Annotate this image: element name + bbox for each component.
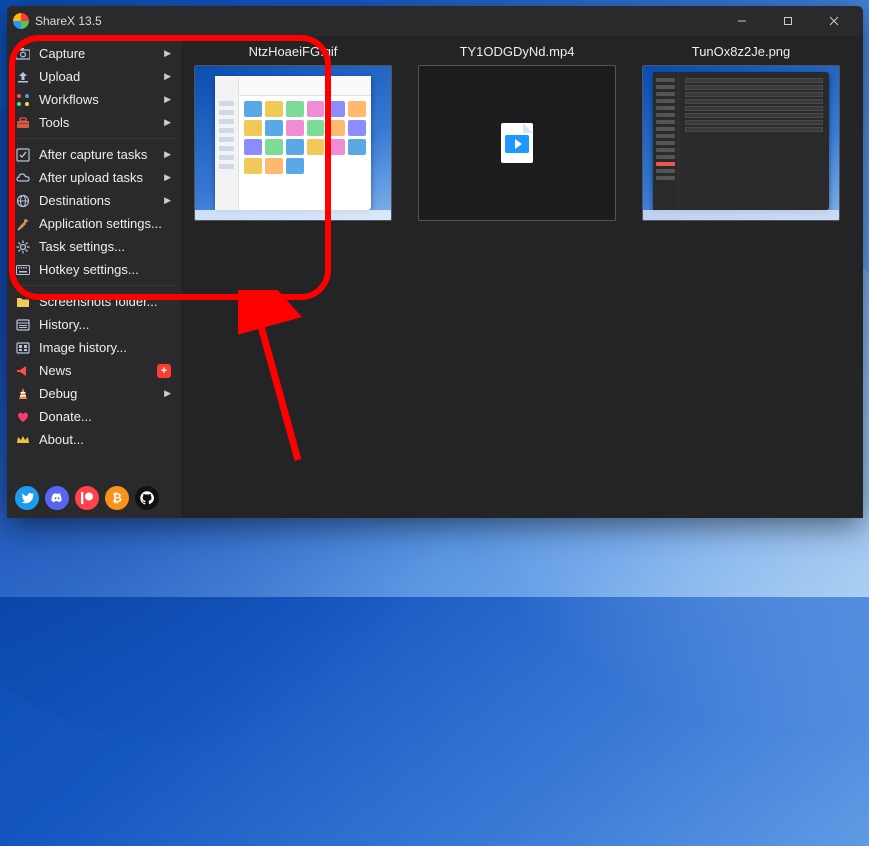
window-title: ShareX 13.5 [35, 14, 102, 28]
menu-upload[interactable]: Upload ▶ [7, 65, 181, 88]
github-icon [140, 491, 154, 505]
patreon-icon [81, 492, 93, 504]
menu-task-settings[interactable]: Task settings... [7, 235, 181, 258]
wrench-icon [15, 216, 31, 232]
cone-icon [15, 386, 31, 402]
gear-icon [15, 239, 31, 255]
close-icon [829, 16, 839, 26]
discord-button[interactable] [45, 486, 69, 510]
bitcoin-icon: ₿ [112, 491, 122, 505]
chevron-right-icon: ▶ [164, 71, 171, 82]
maximize-icon [783, 16, 793, 26]
menu-debug[interactable]: Debug ▶ [7, 382, 181, 405]
menu-destinations[interactable]: Destinations ▶ [7, 189, 181, 212]
thumbnail-item[interactable]: TunOx8z2Je.png [641, 44, 841, 221]
menu-divider [13, 138, 175, 139]
chevron-right-icon: ▶ [164, 149, 171, 160]
folder-icon [15, 294, 31, 310]
preview-content [653, 72, 829, 210]
menu-workflows[interactable]: Workflows ▶ [7, 88, 181, 111]
crown-icon [15, 432, 31, 448]
content-area: NtzHoaeiFG.gif [181, 36, 863, 518]
thumbnail-item[interactable]: NtzHoaeiFG.gif [193, 44, 393, 221]
megaphone-icon [15, 363, 31, 379]
thumbnail-filename: TY1ODGDyNd.mp4 [460, 44, 575, 59]
menu-capture[interactable]: Capture ▶ [7, 42, 181, 65]
bitcoin-button[interactable]: ₿ [105, 486, 129, 510]
image-history-icon [15, 340, 31, 356]
menu-hotkey-settings[interactable]: Hotkey settings... [7, 258, 181, 281]
menu-after-capture-tasks[interactable]: After capture tasks ▶ [7, 143, 181, 166]
camera-icon [15, 46, 31, 62]
preview-content [215, 76, 371, 210]
maximize-button[interactable] [765, 6, 811, 36]
toolbox-icon [15, 115, 31, 131]
twitter-button[interactable] [15, 486, 39, 510]
titlebar[interactable]: ShareX 13.5 [7, 6, 863, 36]
chevron-right-icon: ▶ [164, 172, 171, 183]
keyboard-icon [15, 262, 31, 278]
menu-image-history[interactable]: Image history... [7, 336, 181, 359]
app-window: ShareX 13.5 Capture ▶ [7, 6, 863, 518]
menu-application-settings[interactable]: Application settings... [7, 212, 181, 235]
patreon-button[interactable] [75, 486, 99, 510]
after-upload-icon [15, 170, 31, 186]
chevron-right-icon: ▶ [164, 388, 171, 399]
menu-history[interactable]: History... [7, 313, 181, 336]
thumbnail-preview[interactable] [194, 65, 392, 221]
menu-about[interactable]: About... [7, 428, 181, 451]
menu-donate[interactable]: Donate... [7, 405, 181, 428]
social-links: ₿ [7, 478, 181, 510]
thumbnail-item[interactable]: TY1ODGDyNd.mp4 [417, 44, 617, 221]
menu-news[interactable]: News + [7, 359, 181, 382]
close-button[interactable] [811, 6, 857, 36]
globe-icon [15, 193, 31, 209]
sidebar: Capture ▶ Upload ▶ Workflows ▶ [7, 36, 181, 518]
menu-screenshots-folder[interactable]: Screenshots folder... [7, 290, 181, 313]
menu-after-upload-tasks[interactable]: After upload tasks ▶ [7, 166, 181, 189]
heart-icon [15, 409, 31, 425]
thumbnail-filename: NtzHoaeiFG.gif [249, 44, 338, 59]
workflows-icon [15, 92, 31, 108]
video-file-icon [501, 123, 533, 163]
chevron-right-icon: ▶ [164, 94, 171, 105]
window-controls [719, 6, 857, 36]
chevron-right-icon: ▶ [164, 117, 171, 128]
chevron-right-icon: ▶ [164, 48, 171, 59]
history-icon [15, 317, 31, 333]
app-icon [13, 13, 29, 29]
news-badge: + [157, 364, 171, 378]
after-capture-icon [15, 147, 31, 163]
twitter-icon [21, 493, 34, 504]
thumbnail-preview[interactable] [418, 65, 616, 221]
thumbnail-preview[interactable] [642, 65, 840, 221]
upload-icon [15, 69, 31, 85]
chevron-right-icon: ▶ [164, 195, 171, 206]
menu-tools[interactable]: Tools ▶ [7, 111, 181, 134]
discord-icon [50, 493, 64, 504]
minimize-icon [737, 16, 747, 26]
menu-divider [13, 285, 175, 286]
github-button[interactable] [135, 486, 159, 510]
thumbnail-filename: TunOx8z2Je.png [692, 44, 791, 59]
minimize-button[interactable] [719, 6, 765, 36]
